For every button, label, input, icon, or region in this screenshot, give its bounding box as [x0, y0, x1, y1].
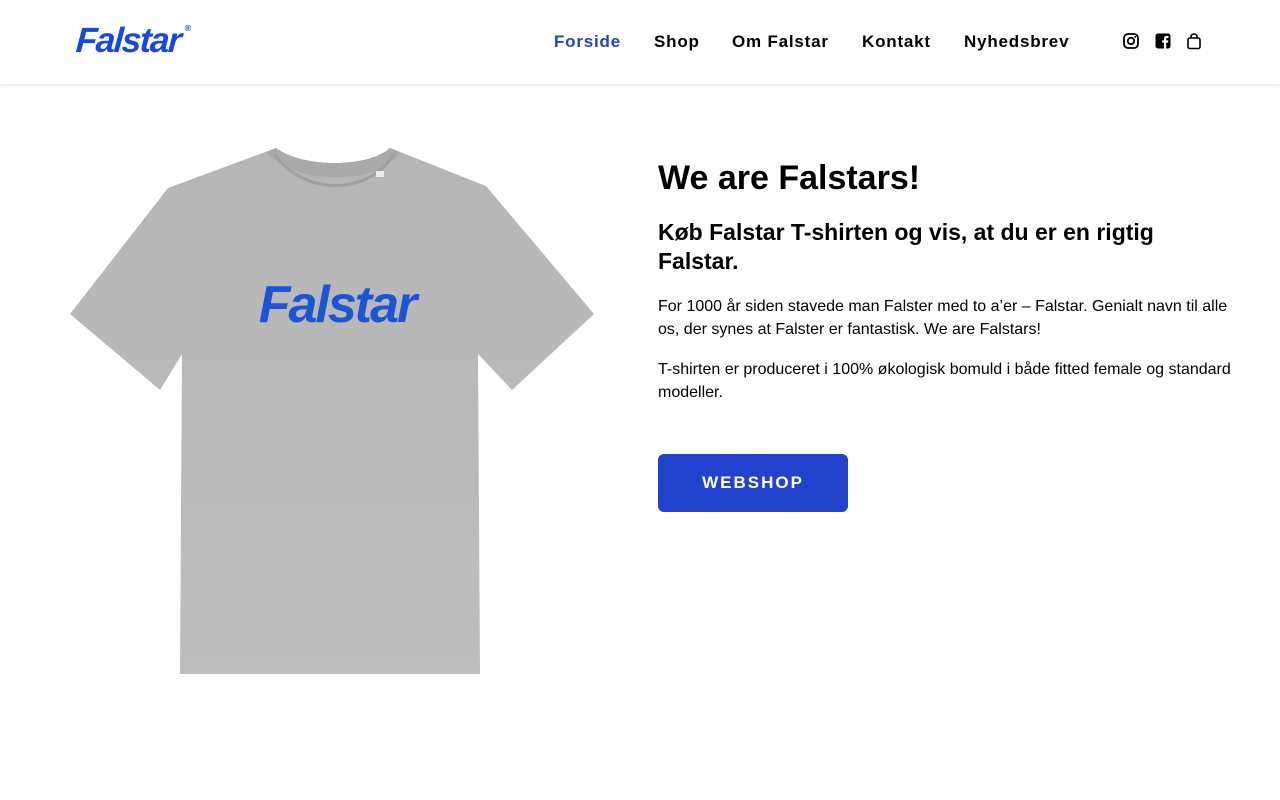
description-paragraph-1: For 1000 år siden stavede man Falster me…	[658, 298, 1228, 338]
nav-item-shop[interactable]: Shop	[654, 32, 700, 52]
facebook-icon[interactable]	[1154, 32, 1172, 50]
tshirt-product-image: Falstar	[68, 146, 596, 676]
nav-item-nyhedsbrev[interactable]: Nyhedsbrev	[964, 32, 1069, 52]
site-header: Falstar ® Forside Shop Om Falstar Kontak…	[0, 0, 1280, 84]
webshop-button[interactable]: WEBSHOP	[658, 454, 848, 512]
falstar-logo[interactable]: Falstar ®	[75, 21, 192, 60]
shopping-bag-icon[interactable]	[1185, 32, 1203, 50]
tshirt-print-text: Falstar	[259, 276, 420, 334]
registered-mark: ®	[184, 23, 192, 33]
description-paragraph-2: T-shirten er produceret i 100% økologisk…	[658, 361, 1231, 401]
logo-text: Falstar	[74, 21, 182, 60]
nav-item-kontakt[interactable]: Kontakt	[862, 32, 931, 52]
instagram-icon[interactable]	[1122, 32, 1140, 50]
page-subtitle: Køb Falstar T-shirten og vis, at du er e…	[658, 219, 1154, 274]
page-title: We are Falstars!	[658, 159, 921, 197]
nav-item-forside[interactable]: Forside	[554, 32, 621, 52]
nav-item-om-falstar[interactable]: Om Falstar	[732, 32, 829, 52]
hero-content: We are Falstars! Køb Falstar T-shirten o…	[658, 158, 1238, 404]
